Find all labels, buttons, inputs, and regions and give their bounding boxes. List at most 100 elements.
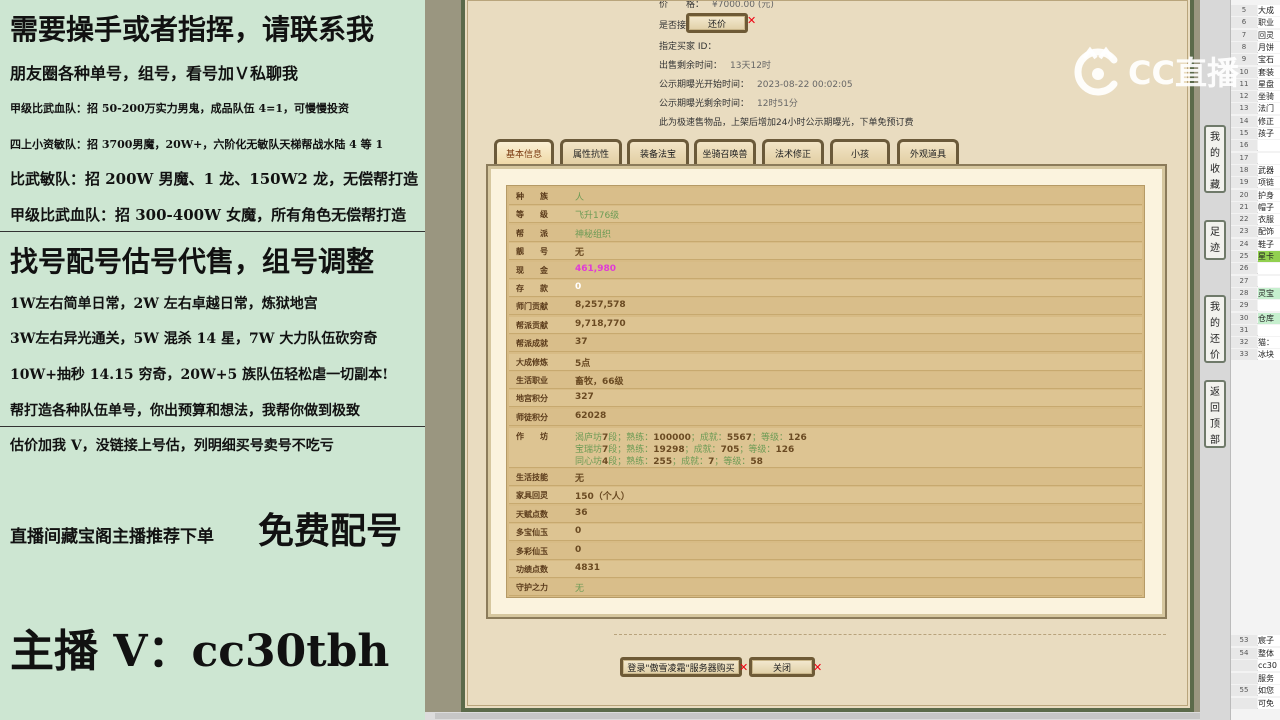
sheet-row[interactable]: 25 星卡 — [1231, 251, 1280, 262]
sheet-cell[interactable]: 星卡 — [1258, 251, 1280, 262]
sheet-row[interactable]: 24 鞋子 — [1231, 238, 1280, 250]
scrollbar-thumb[interactable] — [435, 713, 1225, 719]
sheet-row[interactable]: 26 — [1231, 263, 1280, 275]
sheet-row[interactable]: 21 帽子 — [1231, 201, 1280, 213]
sheet-row[interactable]: 可免 — [1231, 697, 1280, 709]
attribute-value: 畜牧，66级 — [575, 377, 624, 387]
sheet-cell[interactable] — [1258, 324, 1280, 336]
tab-equipment[interactable]: 装备法宝 — [627, 139, 689, 164]
sheet-cell[interactable]: 职业 — [1258, 17, 1280, 29]
sheet-row[interactable]: 23 配饰 — [1231, 226, 1280, 238]
tab-mounts-summons[interactable]: 坐骑召唤兽 — [694, 139, 756, 164]
sheet-cell[interactable]: 冰块 — [1258, 349, 1280, 361]
login-purchase-button[interactable]: 登录"傲雪凌霜"服务器购买 — [620, 657, 742, 677]
sheet-cell[interactable]: 可免 — [1258, 697, 1280, 709]
sheet-row[interactable]: 29 — [1231, 300, 1280, 312]
remaining-value: 13天12时 — [730, 61, 771, 71]
sheet-cell[interactable] — [1258, 152, 1280, 164]
sheet-cell[interactable]: 护身 — [1258, 189, 1280, 201]
footprints-button[interactable]: 足迹 — [1204, 220, 1226, 260]
sheet-row[interactable]: 32 猫： — [1231, 337, 1280, 349]
sheet-row[interactable]: 22 衣服 — [1231, 214, 1280, 226]
sheet-cell[interactable]: 鞋子 — [1258, 238, 1280, 250]
row-number: 23 — [1231, 226, 1257, 238]
sheet-row[interactable]: 14 修正 — [1231, 115, 1280, 127]
table-row: 多彩仙玉 0 — [509, 542, 1142, 560]
favorites-button[interactable]: 我的收藏 — [1204, 125, 1226, 193]
divider — [0, 231, 425, 232]
close-button[interactable]: 关闭 — [749, 657, 815, 677]
tab-spell-correction[interactable]: 法术修正 — [762, 139, 824, 164]
remaining-row: 出售剩余时间： 13天12时 — [659, 58, 771, 71]
sheet-cell[interactable]: 武器 — [1258, 164, 1280, 176]
sheet-row[interactable]: 18 武器 — [1231, 164, 1280, 176]
sheet-cell[interactable]: 配饰 — [1258, 226, 1280, 238]
sheet-row[interactable]: 16 — [1231, 140, 1280, 152]
sheet-row[interactable]: 20 护身 — [1231, 189, 1280, 201]
my-offers-button[interactable]: 我的还价 — [1204, 295, 1226, 363]
sheet-cell[interactable]: 猫： — [1258, 337, 1280, 349]
back-to-top-button[interactable]: 返回顶部 — [1204, 380, 1226, 448]
sheet-row[interactable]: 15 孩子 — [1231, 128, 1280, 139]
sheet-cell[interactable]: cc30 — [1258, 660, 1280, 671]
sheet-row[interactable]: 13 法门 — [1231, 103, 1280, 115]
sheet-cell[interactable]: 孩子 — [1258, 128, 1280, 139]
sheet-row[interactable]: 54 整体 — [1231, 647, 1280, 659]
attribute-value: 0 — [575, 526, 582, 537]
sheet-row[interactable]: 5 大成 — [1231, 5, 1280, 16]
tab-attributes[interactable]: 属性抗性 — [560, 139, 622, 164]
attribute-value: 62028 — [575, 410, 607, 421]
promo-line: 需要操手或者指挥，请联系我 — [10, 13, 375, 46]
sheet-row[interactable]: 31 — [1231, 324, 1280, 336]
attribute-label: 地宫积分 — [516, 394, 548, 404]
sheet-row[interactable]: 27 — [1231, 275, 1280, 287]
sheet-row[interactable]: 55 如您 — [1231, 685, 1280, 696]
sheet-cell[interactable] — [1258, 263, 1280, 275]
tab-appearance[interactable]: 外观道具 — [897, 139, 959, 164]
row-number: 31 — [1231, 324, 1257, 336]
sheet-row[interactable]: cc30 — [1231, 660, 1280, 671]
table-row: 功绩点数 4831 — [509, 561, 1142, 578]
sheet-row[interactable]: 53 宸子 — [1231, 635, 1280, 646]
sheet-cell[interactable] — [1258, 275, 1280, 287]
sheet-cell[interactable]: 衣服 — [1258, 214, 1280, 226]
table-row: 现 金 461,980 — [509, 261, 1142, 279]
sheet-cell[interactable] — [1258, 300, 1280, 312]
sheet-cell[interactable]: 灵宝 — [1258, 287, 1280, 299]
sheet-row[interactable]: 6 职业 — [1231, 17, 1280, 29]
table-row: 大成修炼 5点 — [509, 353, 1142, 371]
sheet-row[interactable]: 7 回灵 — [1231, 29, 1280, 41]
sheet-cell[interactable]: 回灵 — [1258, 29, 1280, 41]
attribute-value: 36 — [575, 507, 588, 518]
sheet-row[interactable]: 17 — [1231, 152, 1280, 164]
attribute-value: 9,718,770 — [575, 318, 626, 329]
promo-line: 免费配号 — [258, 510, 403, 552]
separator — [614, 634, 1166, 635]
tab-children[interactable]: 小孩 — [830, 139, 890, 164]
sheet-row[interactable]: 28 灵宝 — [1231, 287, 1280, 299]
sheet-cell[interactable] — [1258, 140, 1280, 152]
sale-notice: 此为极速售物品，上架后增加24小时公示期曝光，下单免预订费 — [659, 118, 914, 128]
sheet-cell[interactable]: 修正 — [1258, 115, 1280, 127]
sheet-cell[interactable]: 仓库 — [1258, 312, 1280, 324]
sheet-row[interactable]: 33 冰块 — [1231, 349, 1280, 361]
sheet-cell[interactable]: 项链 — [1258, 177, 1280, 189]
row-number: 25 — [1231, 251, 1257, 262]
sheet-cell[interactable]: 如您 — [1258, 685, 1280, 696]
sheet-cell[interactable]: 法门 — [1258, 103, 1280, 115]
sheet-row[interactable]: 19 项链 — [1231, 177, 1280, 189]
attribute-label: 多彩仙玉 — [516, 546, 548, 556]
table-row: 帮 派 神秘组织 — [509, 224, 1142, 242]
sheet-cell[interactable]: 服务 — [1258, 672, 1280, 684]
sheet-row[interactable]: 服务 — [1231, 672, 1280, 684]
sheet-cell[interactable]: 帽子 — [1258, 201, 1280, 213]
sheet-cell[interactable]: 整体 — [1258, 647, 1280, 659]
counter-offer-button[interactable]: 还价 — [686, 13, 748, 33]
attribute-value: 4831 — [575, 563, 601, 573]
horizontal-scrollbar[interactable] — [425, 712, 1225, 720]
sheet-cell[interactable]: 大成 — [1258, 5, 1280, 16]
sheet-cell[interactable]: 宸子 — [1258, 635, 1280, 646]
sheet-row[interactable]: 30 仓库 — [1231, 312, 1280, 324]
tab-basic-info[interactable]: 基本信息 — [494, 139, 554, 164]
promo-line: 找号配号估号代售，组号调整 — [10, 245, 375, 278]
